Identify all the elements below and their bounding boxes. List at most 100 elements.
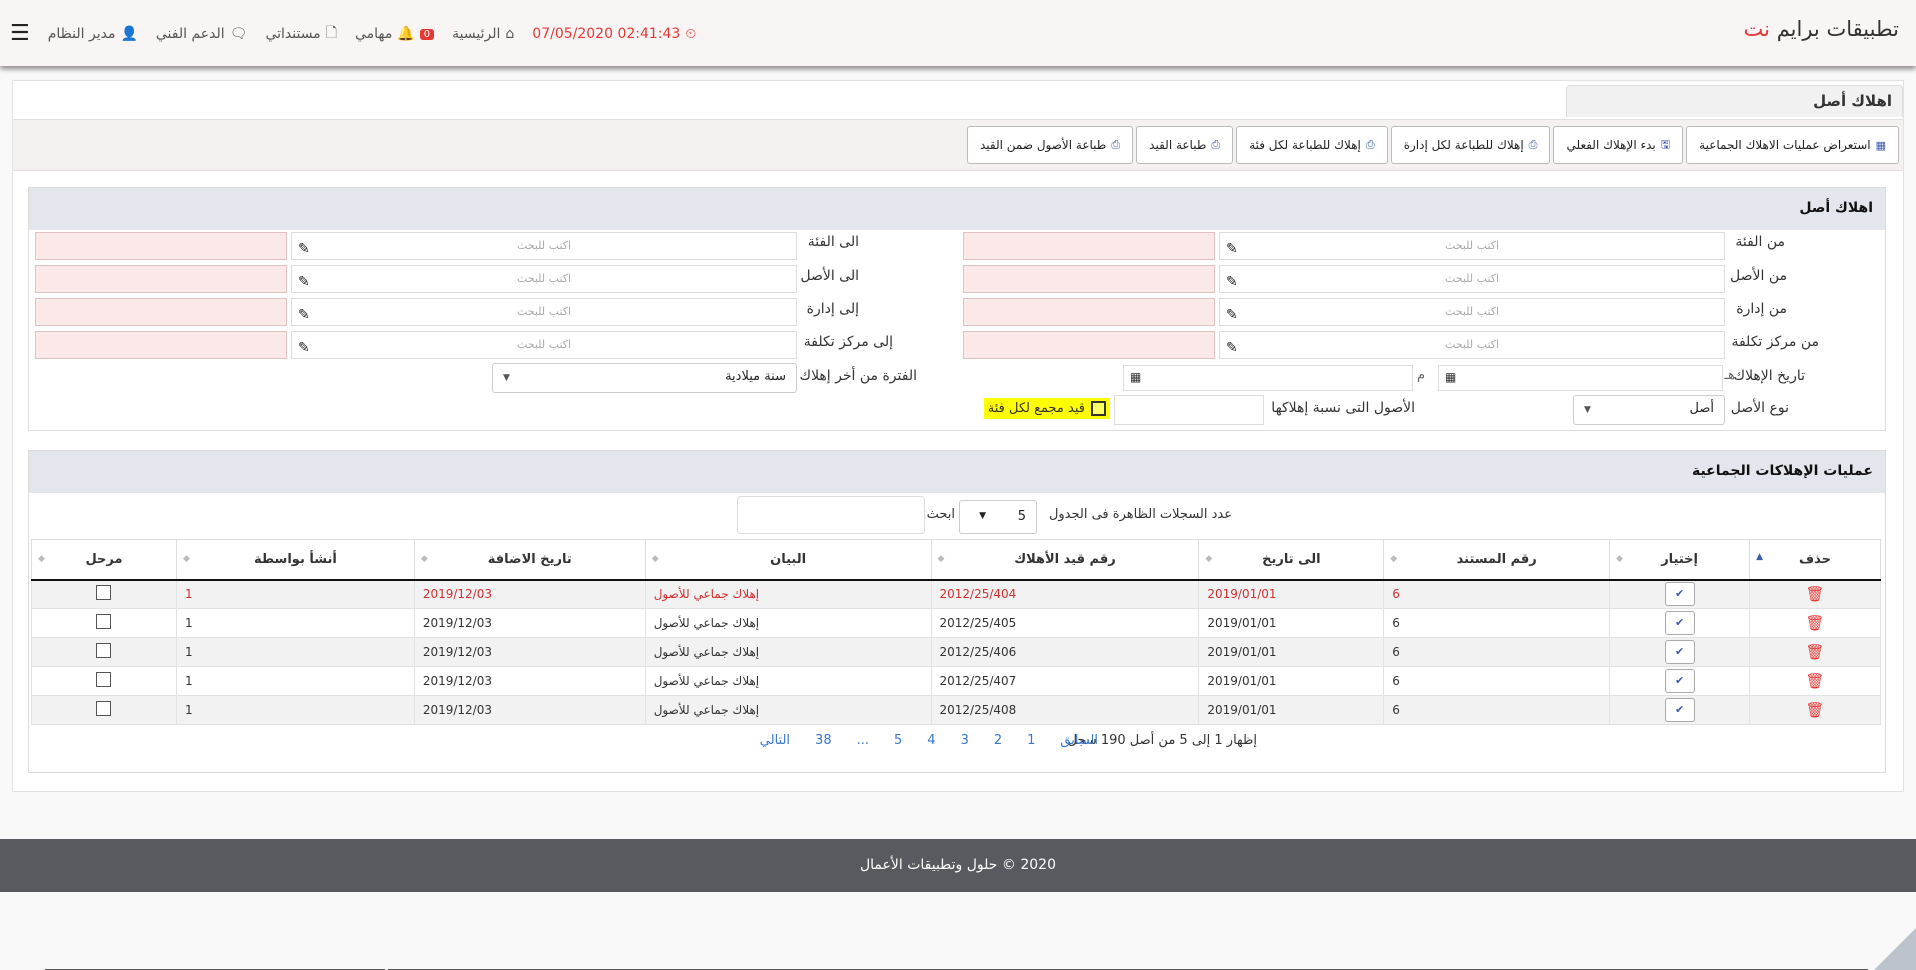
- hijri-date-input[interactable]: ▦: [1438, 365, 1723, 391]
- page-tab[interactable]: اهلاك أصل: [1566, 85, 1903, 117]
- input-placeholder: اكتب للبحث: [1444, 305, 1500, 318]
- trash-icon[interactable]: 🗑: [1806, 614, 1825, 632]
- col-delete-label: حذف: [1799, 551, 1832, 567]
- select-cell: ✔: [1609, 695, 1751, 725]
- pagination-next[interactable]: التالي: [760, 733, 790, 748]
- col-desc[interactable]: البيان ◆: [644, 539, 932, 581]
- pencil-icon[interactable]: ✎: [1226, 335, 1238, 361]
- print-by-department-button[interactable]: ⎙ إهلاك للطباعة لكل إدارة: [1390, 126, 1551, 164]
- to-cost-input[interactable]: اكتب للبحث ✎: [291, 331, 797, 359]
- select-button[interactable]: ✔: [1664, 582, 1695, 607]
- to-dept-input[interactable]: اكتب للبحث ✎: [291, 298, 797, 326]
- user-menu[interactable]: 👤 مدير النظام: [48, 26, 138, 42]
- table-header-row: حذف ▲ إختيار ◆ رقم المستند ◆ الى تاريخ ◆ رقم…: [31, 539, 1881, 581]
- trash-icon[interactable]: 🗑: [1806, 672, 1825, 690]
- from-dept-name-field: [963, 298, 1215, 326]
- chevron-down-icon: ▼: [979, 511, 986, 521]
- print-icon: ⎙: [1528, 138, 1538, 151]
- support-link[interactable]: 🗨 الدعم الفني: [156, 26, 248, 42]
- greg-date-input[interactable]: ▦: [1123, 365, 1413, 391]
- col-entry-no-label: رقم قيد الأهلاك: [1014, 551, 1116, 567]
- delete-cell: 🗑: [1749, 637, 1881, 667]
- asset-type-select[interactable]: أصل ▼: [1573, 395, 1725, 425]
- view-batch-depreciations-button[interactable]: ▦ استعراض عمليات الاهلاك الجماعية: [1686, 126, 1899, 164]
- select-button[interactable]: ✔: [1664, 611, 1695, 635]
- calendar-icon[interactable]: ▦: [1445, 370, 1456, 384]
- select-button[interactable]: ✔: [1664, 640, 1695, 664]
- posted-checkbox[interactable]: [96, 614, 112, 629]
- select-button[interactable]: ✔: [1664, 669, 1695, 693]
- pagination-prev[interactable]: السابق: [1060, 733, 1098, 748]
- home-link[interactable]: ⌂ الرئيسية: [452, 26, 514, 42]
- tasks-link[interactable]: 0 🔔 مهامي: [355, 26, 435, 42]
- col-entry-no[interactable]: رقم قيد الأهلاك ◆: [930, 539, 1200, 581]
- pagination-page[interactable]: 1: [1027, 733, 1035, 748]
- search-input[interactable]: [737, 496, 925, 534]
- pagination-page[interactable]: 38: [815, 733, 832, 748]
- table-row[interactable]: 🗑 ✔ 6 2019/01/01 2012/25/407 إهلاك جماعي…: [31, 666, 1881, 696]
- table-row[interactable]: 🗑 ✔ 6 2019/01/01 2012/25/404 إهلاك جماعي…: [31, 579, 1881, 609]
- entry-no-cell: 2012/25/408: [930, 695, 1200, 725]
- posted-checkbox[interactable]: [96, 585, 112, 601]
- col-select[interactable]: إختيار ◆: [1609, 539, 1751, 581]
- pencil-icon[interactable]: ✎: [298, 269, 310, 295]
- table-row[interactable]: 🗑 ✔ 6 2019/01/01 2012/25/406 إهلاك جماعي…: [31, 637, 1881, 667]
- pencil-icon[interactable]: ✎: [298, 302, 310, 328]
- app-title[interactable]: تطبيقات برايم نت: [1744, 17, 1899, 41]
- start-depreciation-button[interactable]: 🖫 بدء الإهلاك الفعلي: [1553, 126, 1684, 164]
- col-to-date[interactable]: الى تاريخ ◆: [1198, 539, 1385, 581]
- pagination-page[interactable]: 5: [894, 733, 902, 748]
- calendar-icon[interactable]: ▦: [1130, 370, 1141, 384]
- pagination-page[interactable]: 3: [961, 733, 969, 748]
- save-icon: 🖫: [1660, 137, 1671, 151]
- checkbox[interactable]: [1091, 401, 1106, 416]
- to-dept-label: إلى إدارة: [806, 301, 859, 317]
- from-cost-input[interactable]: اكتب للبحث ✎: [1219, 331, 1725, 359]
- entry-no-cell: 2012/25/406: [930, 637, 1200, 667]
- clock-icon: ⏲: [685, 26, 697, 42]
- pagination-page[interactable]: 2: [994, 733, 1002, 748]
- print-entry-assets-button[interactable]: ⎙ طباعة الأصول ضمن القيد: [966, 126, 1134, 164]
- period-select[interactable]: سنة ميلادية ▼: [492, 363, 797, 393]
- group-entry-checkbox[interactable]: قيد مجمع لكل فئة: [983, 398, 1110, 419]
- print-entry-button[interactable]: ⎙ طباعة القيد: [1136, 126, 1234, 164]
- col-by[interactable]: أنشأ بواسطة ◆: [175, 539, 415, 581]
- trash-icon[interactable]: 🗑: [1806, 643, 1825, 661]
- trash-icon[interactable]: 🗑: [1806, 701, 1825, 719]
- pagination-page[interactable]: 4: [927, 733, 935, 748]
- from-cost-name-field: [963, 331, 1215, 359]
- input-placeholder: اكتب للبحث: [516, 338, 572, 351]
- col-posted[interactable]: مرحل ◆: [31, 539, 177, 581]
- pencil-icon[interactable]: ✎: [1226, 236, 1238, 262]
- posted-checkbox[interactable]: [96, 672, 112, 687]
- menu-icon[interactable]: ☰: [10, 23, 30, 45]
- docs-link[interactable]: 🗋 مستنداتي: [265, 22, 337, 46]
- pencil-icon[interactable]: ✎: [298, 236, 310, 262]
- select-button[interactable]: ✔: [1664, 698, 1695, 722]
- posted-checkbox[interactable]: [96, 701, 112, 716]
- desc-cell: إهلاك جماعي للأصول: [644, 666, 932, 696]
- datetime-text: 02:41:43 07/05/2020: [532, 26, 681, 42]
- trash-icon[interactable]: 🗑: [1806, 585, 1825, 603]
- col-doc-no[interactable]: رقم المستند ◆: [1383, 539, 1611, 581]
- pencil-icon[interactable]: ✎: [1226, 302, 1238, 328]
- print-by-category-button[interactable]: ⎙ إهلاك للطباعة لكل فئة: [1236, 126, 1388, 164]
- from-category-input[interactable]: اكتب للبحث ✎: [1219, 232, 1725, 260]
- table-row[interactable]: 🗑 ✔ 6 2019/01/01 2012/25/408 إهلاك جماعي…: [31, 695, 1881, 725]
- col-delete[interactable]: حذف ▲: [1749, 539, 1881, 581]
- assets-ratio-input[interactable]: [1114, 395, 1264, 425]
- scroll-top-corner[interactable]: [1874, 928, 1916, 970]
- table-row[interactable]: 🗑 ✔ 6 2019/01/01 2012/25/405 إهلاك جماعي…: [31, 608, 1881, 638]
- home-label: الرئيسية: [452, 26, 501, 42]
- records-per-page-select[interactable]: 5 ▼: [959, 500, 1037, 534]
- col-added[interactable]: تاريخ الاضافة ◆: [413, 539, 646, 581]
- from-asset-input[interactable]: اكتب للبحث ✎: [1219, 265, 1725, 293]
- to-asset-input[interactable]: اكتب للبحث ✎: [291, 265, 797, 293]
- pencil-icon[interactable]: ✎: [298, 335, 310, 361]
- col-posted-label: مرحل: [85, 551, 123, 567]
- docs-label: مستنداتي: [265, 26, 321, 42]
- posted-checkbox[interactable]: [96, 643, 112, 658]
- pencil-icon[interactable]: ✎: [1226, 269, 1238, 295]
- to-category-input[interactable]: اكتب للبحث ✎: [291, 232, 797, 260]
- from-dept-input[interactable]: اكتب للبحث ✎: [1219, 298, 1725, 326]
